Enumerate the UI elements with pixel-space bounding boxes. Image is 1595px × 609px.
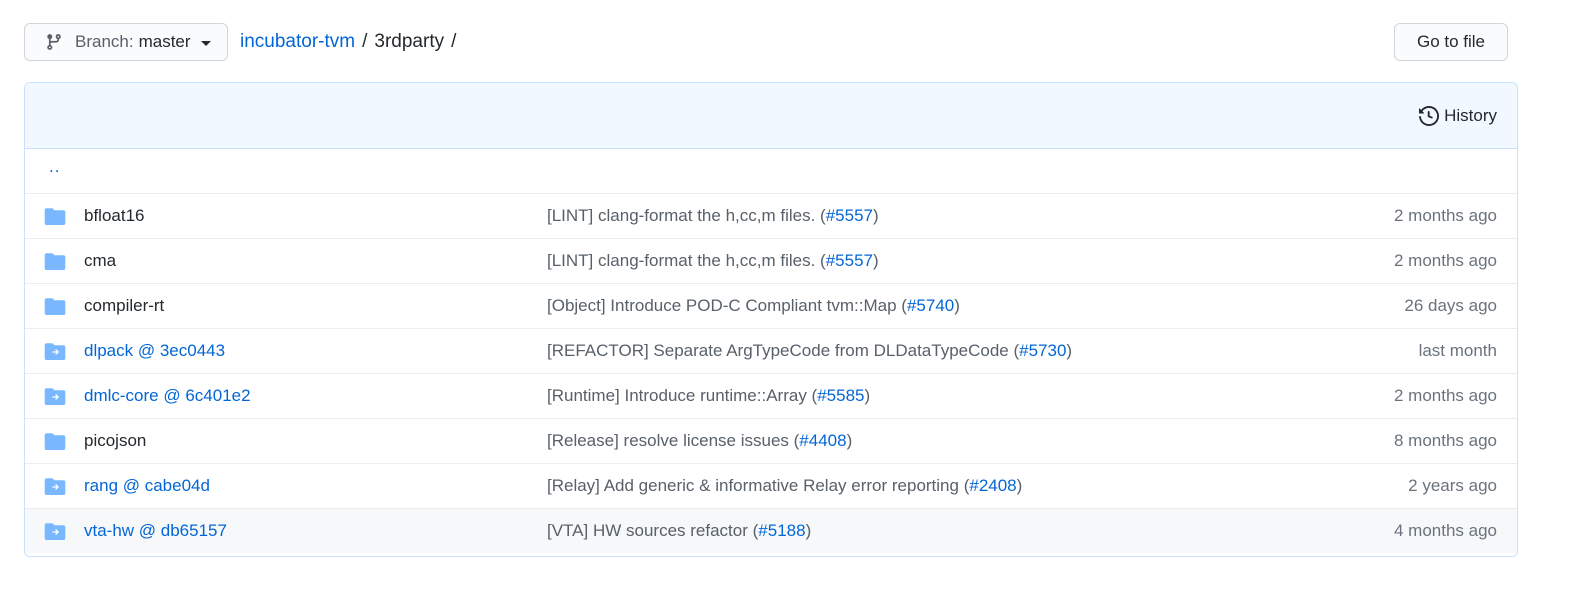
commit-age: 26 days ago (1404, 296, 1497, 315)
file-name-link[interactable]: picojson (84, 431, 146, 451)
file-name-link[interactable]: dlpack @ 3ec0443 (84, 341, 225, 361)
breadcrumb-separator: / (451, 31, 457, 52)
commit-message-close: ) (1066, 341, 1073, 360)
commit-message[interactable]: [VTA] HW sources refactor (#5188) (547, 521, 811, 541)
commit-message-close: ) (846, 431, 853, 450)
submodule-folder-icon (44, 477, 66, 495)
folder-icon (44, 207, 66, 225)
branch-label: Branch: (75, 32, 134, 51)
commit-message-text[interactable]: [Release] resolve license issues ( (547, 431, 799, 450)
pull-request-link[interactable]: #5585 (817, 386, 864, 405)
commit-message-close: ) (872, 251, 879, 270)
commit-message-text[interactable]: [REFACTOR] Separate ArgTypeCode from DLD… (547, 341, 1019, 360)
commit-message[interactable]: [Relay] Add generic & informative Relay … (547, 476, 1022, 496)
git-branch-icon (45, 32, 63, 52)
file-row[interactable]: bfloat16 [LINT] clang-format the h,cc,m f… (25, 193, 1517, 238)
file-row[interactable]: picojson [Release] resolve license issues… (25, 418, 1517, 463)
commit-message-close: ) (872, 206, 879, 225)
folder-icon (44, 432, 66, 450)
history-link[interactable]: History (1419, 106, 1497, 126)
breadcrumb-separator: / (362, 31, 368, 52)
breadcrumb: incubator-tvm / 3rdparty / (240, 23, 463, 61)
file-name-link[interactable]: cma (84, 251, 116, 271)
parent-directory-row[interactable]: .. (25, 149, 1517, 193)
commit-message-text[interactable]: [VTA] HW sources refactor ( (547, 521, 758, 540)
commit-message[interactable]: [REFACTOR] Separate ArgTypeCode from DLD… (547, 341, 1072, 361)
submodule-folder-icon (44, 387, 66, 405)
submodule-folder-icon (44, 522, 66, 540)
branch-value: master (138, 32, 191, 51)
commit-message-text[interactable]: [LINT] clang-format the h,cc,m files. ( (547, 206, 826, 225)
folder-icon (44, 252, 66, 270)
commit-message[interactable]: [LINT] clang-format the h,cc,m files. (#… (547, 251, 879, 271)
file-row[interactable]: dlpack @ 3ec0443 [REFACTOR] Separate ArgT… (25, 328, 1517, 373)
commit-message-text[interactable]: [Relay] Add generic & informative Relay … (547, 476, 969, 495)
commit-message-close: ) (1016, 476, 1023, 495)
commit-age: 2 months ago (1393, 206, 1497, 225)
pull-request-link[interactable]: #5730 (1019, 341, 1066, 360)
pull-request-link[interactable]: #5557 (826, 206, 873, 225)
file-row[interactable]: compiler-rt [Object] Introduce POD-C Comp… (25, 283, 1517, 328)
breadcrumb-current: 3rdparty (374, 31, 445, 52)
file-name-link[interactable]: vta-hw @ db65157 (84, 521, 227, 541)
pull-request-link[interactable]: #4408 (799, 431, 846, 450)
commit-message[interactable]: [Release] resolve license issues (#4408) (547, 431, 852, 451)
pull-request-link[interactable]: #5188 (758, 521, 805, 540)
commit-message[interactable]: [Object] Introduce POD-C Compliant tvm::… (547, 296, 960, 316)
history-label: History (1444, 105, 1497, 125)
commit-age: 8 months ago (1393, 431, 1497, 450)
commit-message-close: ) (954, 296, 960, 315)
commit-message-close: ) (805, 521, 812, 540)
submodule-folder-icon (44, 342, 66, 360)
commit-message-text[interactable]: [Runtime] Introduce runtime::Array ( (547, 386, 817, 405)
commit-age: 2 months ago (1393, 386, 1497, 405)
chevron-down-icon (200, 40, 211, 46)
folder-icon (44, 297, 66, 315)
file-row[interactable]: vta-hw @ db65157 [VTA] HW sources refacto… (25, 508, 1517, 553)
pull-request-link[interactable]: #5557 (826, 251, 873, 270)
commit-message-text[interactable]: [LINT] clang-format the h,cc,m files. ( (547, 251, 826, 270)
pull-request-link[interactable]: #5740 (907, 296, 954, 315)
file-row[interactable]: cma [LINT] clang-format the h,cc,m files.… (25, 238, 1517, 283)
branch-select-button[interactable]: Branch: master (24, 23, 228, 61)
commit-age: 2 years ago (1408, 476, 1497, 495)
parent-directory-link[interactable]: .. (49, 157, 60, 177)
history-icon (1419, 105, 1440, 126)
file-row[interactable]: rang @ cabe04d [Relay] Add generic & info… (25, 463, 1517, 508)
file-browser: History .. bfloat16 [LINT] clang-format t… (24, 82, 1518, 557)
file-name-link[interactable]: dmlc-core @ 6c401e2 (84, 386, 251, 406)
commit-age: last month (1418, 341, 1497, 360)
file-browser-header: History (25, 83, 1517, 149)
file-name-link[interactable]: bfloat16 (84, 206, 145, 226)
pull-request-link[interactable]: #2408 (969, 476, 1016, 495)
commit-age: 4 months ago (1393, 521, 1497, 540)
commit-message-close: ) (864, 386, 871, 405)
commit-message[interactable]: [Runtime] Introduce runtime::Array (#558… (547, 386, 870, 406)
commit-message[interactable]: [LINT] clang-format the h,cc,m files. (#… (547, 206, 879, 226)
commit-message-text[interactable]: [Object] Introduce POD-C Compliant tvm::… (547, 296, 907, 315)
file-row[interactable]: dmlc-core @ 6c401e2 [Runtime] Introduce r… (25, 373, 1517, 418)
file-name-link[interactable]: compiler-rt (84, 296, 164, 316)
file-name-link[interactable]: rang @ cabe04d (84, 476, 210, 496)
repo-nav-bar: Branch: master incubator-tvm / 3rdparty … (24, 23, 1558, 63)
go-to-file-button[interactable]: Go to file (1394, 23, 1508, 61)
breadcrumb-repo-link[interactable]: incubator-tvm (240, 31, 355, 53)
commit-age: 2 months ago (1393, 251, 1497, 270)
